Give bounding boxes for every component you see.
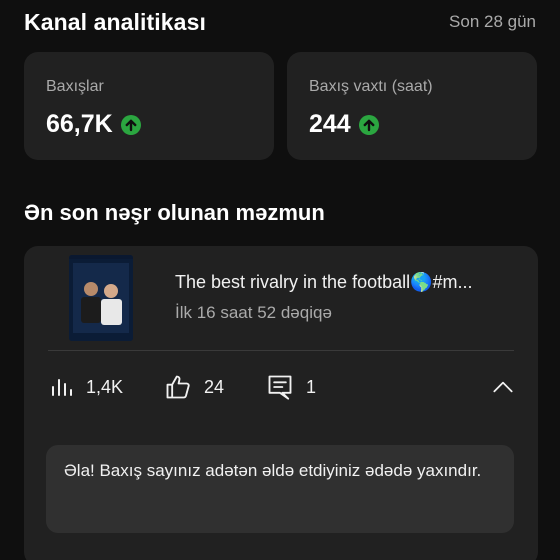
watch-time-stat-value-row: 244 xyxy=(309,110,379,139)
page-title: Kanal analitikası xyxy=(24,8,206,35)
views-metric: 1,4K xyxy=(50,370,123,404)
views-stat-value-row: 66,7K xyxy=(46,110,141,139)
thumbs-up-icon xyxy=(166,375,190,399)
header: Kanal analitikası Son 28 gün xyxy=(24,6,536,38)
chevron-up-icon[interactable] xyxy=(490,374,516,400)
trend-up-icon xyxy=(120,114,141,135)
comments-count: 1 xyxy=(306,376,317,397)
comments-metric: 1 xyxy=(266,370,316,404)
trend-up-icon xyxy=(358,114,379,135)
video-meta: İlk 16 saat 52 dəqiqə xyxy=(175,303,332,322)
views-stat-value: 66,7K xyxy=(46,110,113,138)
latest-content-card: The best rivalry in the football🌎#m... İ… xyxy=(24,246,538,560)
section-title: Ən son nəşr olunan məzmun xyxy=(24,200,325,225)
period-label[interactable]: Son 28 gün xyxy=(449,12,536,32)
watch-time-stat-card[interactable]: Baxış vaxtı (saat) 244 xyxy=(287,52,537,160)
comment-icon xyxy=(268,375,292,400)
video-title[interactable]: The best rivalry in the football🌎#m... xyxy=(175,272,515,293)
likes-count: 24 xyxy=(204,376,225,397)
watch-time-stat-label: Baxış vaxtı (saat) xyxy=(309,78,433,95)
divider xyxy=(48,350,514,351)
watch-time-stat-value: 244 xyxy=(309,110,351,138)
bar-chart-icon xyxy=(52,379,72,396)
video-thumbnail[interactable] xyxy=(69,255,133,341)
thumbnail-image xyxy=(69,255,133,341)
views-stat-card[interactable]: Baxışlar 66,7K xyxy=(24,52,274,160)
views-stat-label: Baxışlar xyxy=(46,78,104,95)
video-metrics: 1,4K 24 1 xyxy=(48,370,538,404)
insight-message: Əla! Baxış sayınız adətən əldə etdiyiniz… xyxy=(46,445,514,533)
likes-metric: 24 xyxy=(164,370,224,404)
views-count: 1,4K xyxy=(86,376,124,397)
